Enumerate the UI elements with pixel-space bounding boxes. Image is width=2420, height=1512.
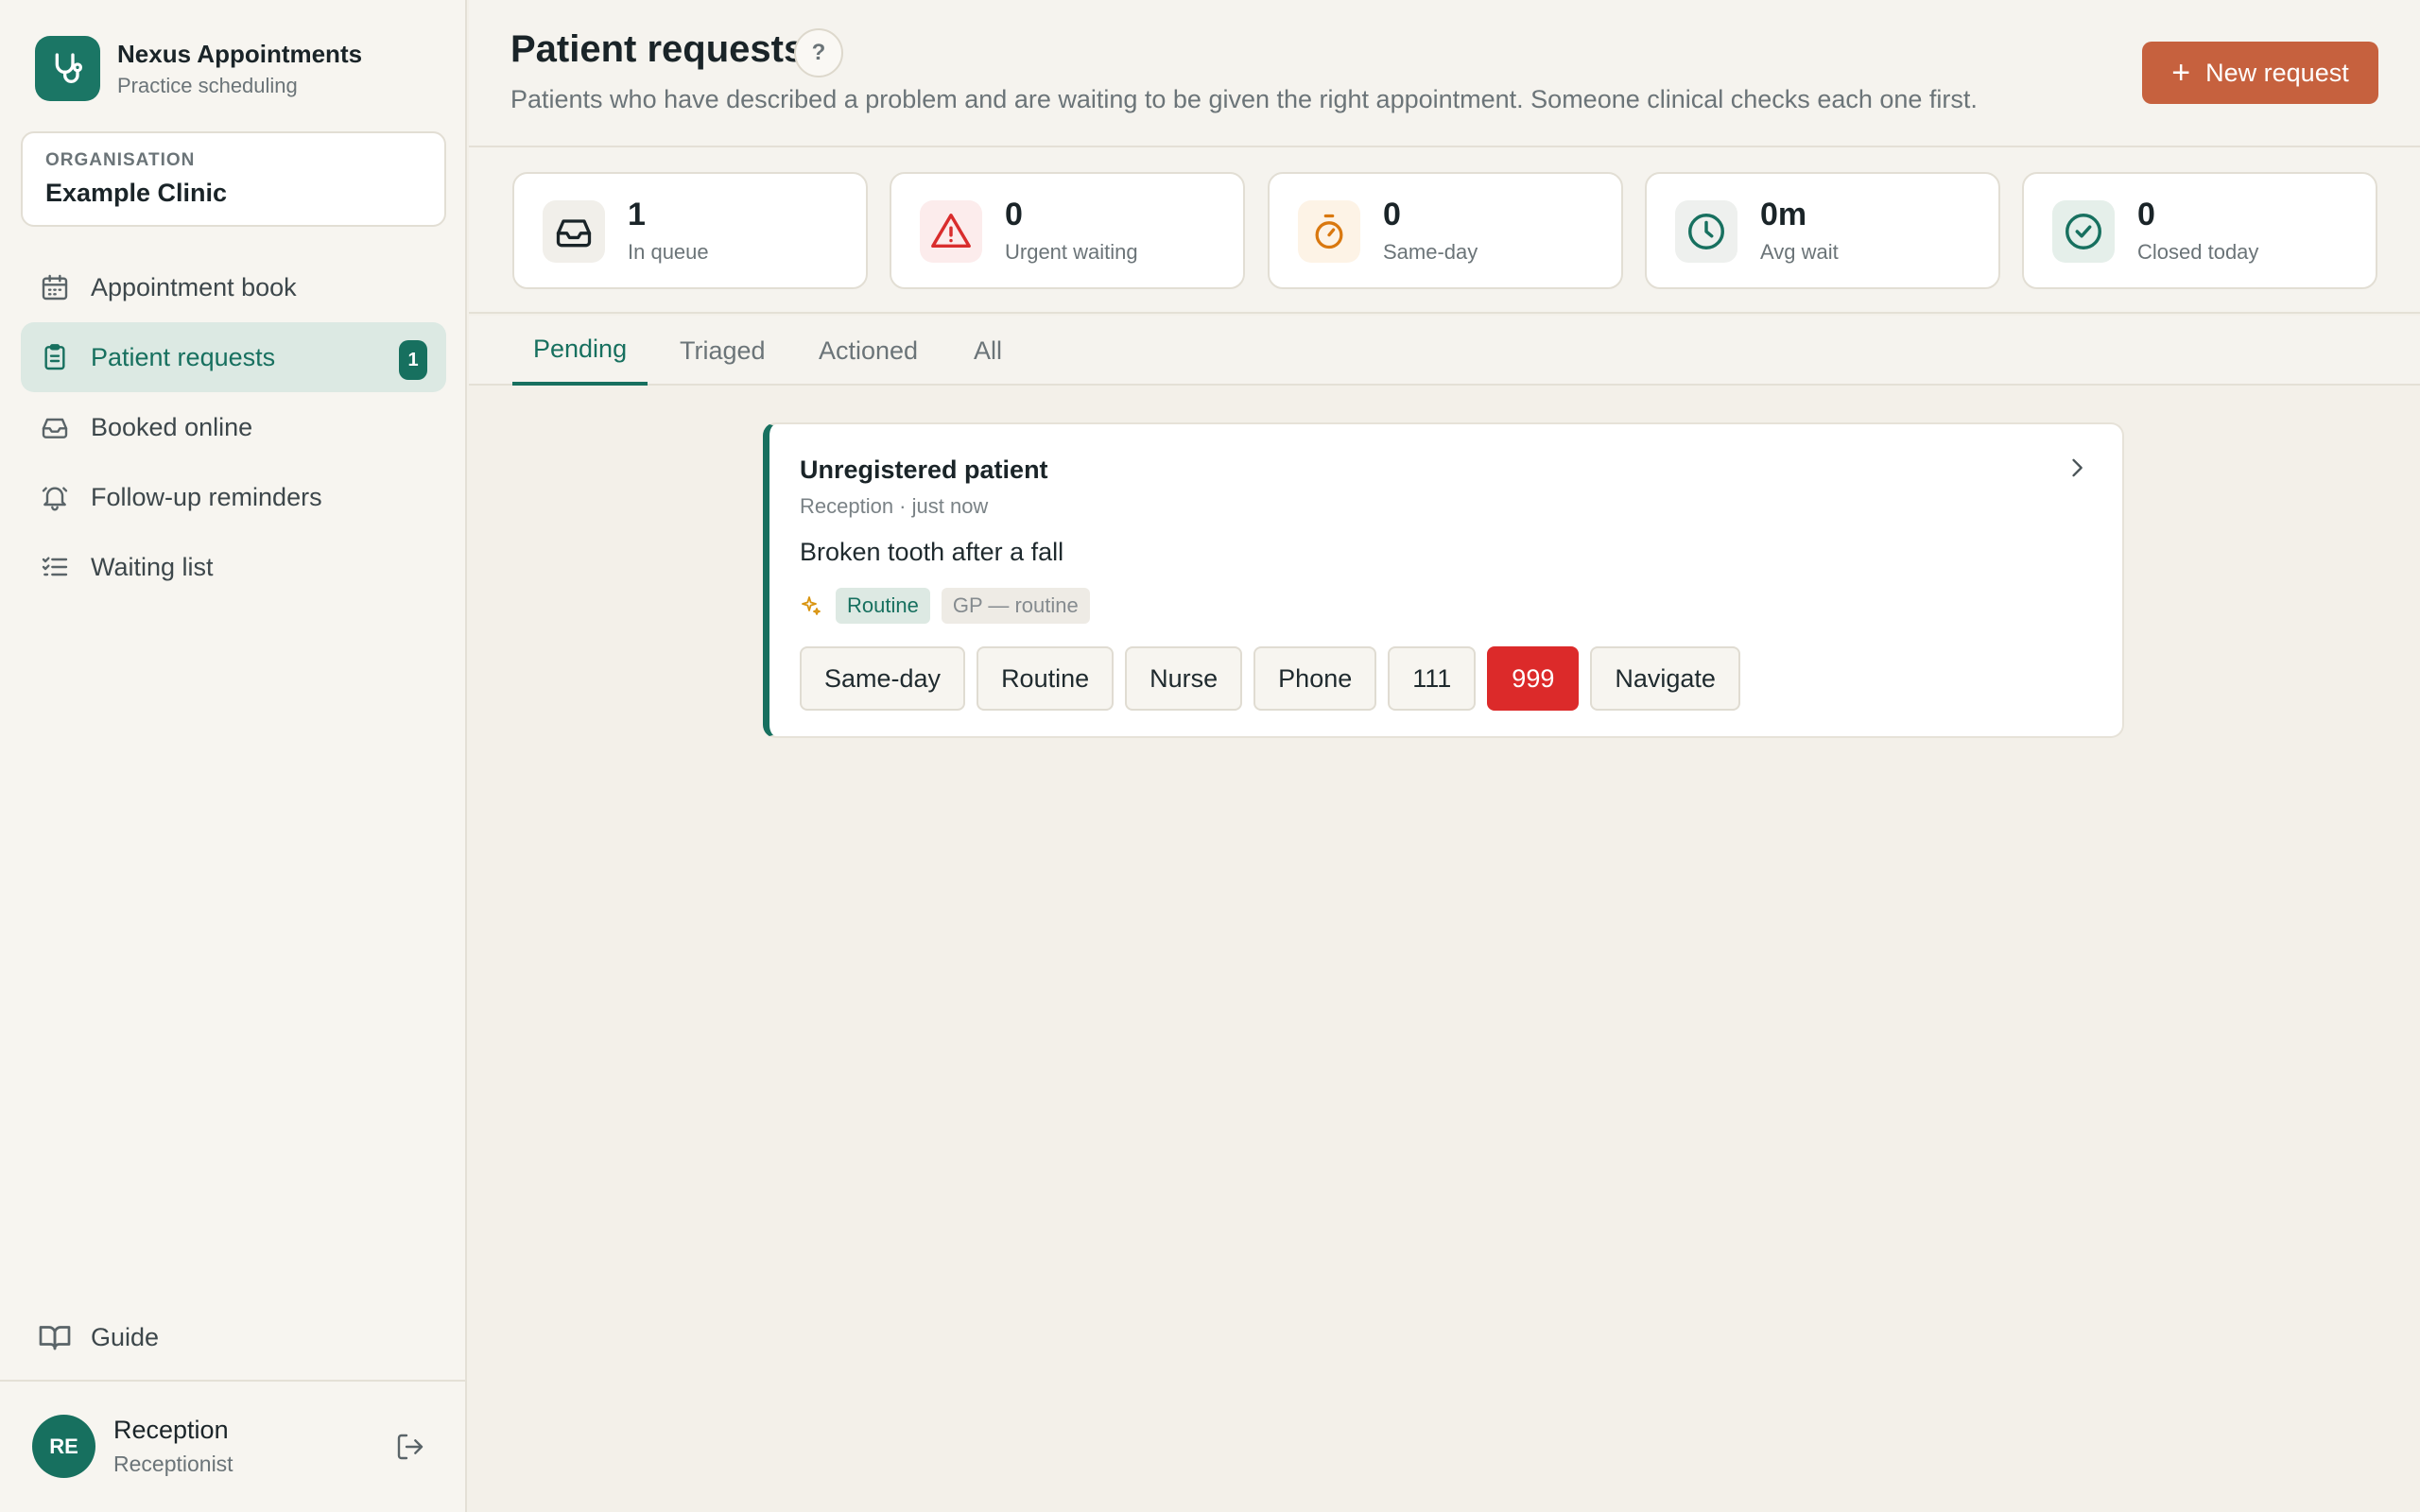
page-title: Patient requests: [510, 28, 805, 70]
stat-card-in-queue: 1 In queue: [512, 172, 868, 289]
count-badge: 1: [399, 340, 427, 380]
user-name: Reception: [113, 1416, 229, 1444]
sidebar-item-label: Waiting list: [91, 552, 214, 581]
stats-bar: 1 In queue 0 Urgent waiting 0 Same-day 0…: [469, 147, 2420, 314]
emergency-999-button[interactable]: 999: [1487, 646, 1580, 711]
page-header: Patient requests ? Patients who have des…: [469, 0, 2420, 147]
sidebar-item-guide[interactable]: Guide: [38, 1320, 159, 1354]
tab-pending[interactable]: Pending: [512, 316, 648, 386]
tab-actioned[interactable]: Actioned: [798, 316, 939, 386]
stat-label: Same-day: [1383, 240, 1478, 264]
clock-icon: [1675, 200, 1737, 263]
organisation-label: ORGANISATION: [45, 150, 196, 170]
routine-button[interactable]: Routine: [977, 646, 1115, 711]
new-request-button[interactable]: + New request: [2142, 42, 2378, 104]
list-check-icon: [38, 550, 72, 584]
request-actions: Same-day Routine Nurse Phone 111 999 Nav…: [800, 646, 1752, 711]
brand: Nexus Appointments Practice scheduling: [35, 36, 362, 101]
same-day-button[interactable]: Same-day: [800, 646, 966, 711]
sidebar-item-label: Appointment book: [91, 272, 297, 301]
sidebar-item-appointment-book[interactable]: Appointment book: [21, 252, 446, 322]
sparkle-icon: [800, 594, 822, 617]
sidebar-item-patient-requests[interactable]: Patient requests 1: [21, 322, 446, 392]
check-circle-icon: [2052, 200, 2115, 263]
plus-icon: +: [2171, 55, 2191, 91]
new-request-label: New request: [2205, 58, 2349, 87]
chevron-right-icon[interactable]: [2064, 455, 2090, 481]
clipboard-icon: [38, 340, 72, 374]
organisation-name: Example Clinic: [45, 179, 228, 207]
help-button[interactable]: ?: [794, 28, 843, 77]
phone-button[interactable]: Phone: [1253, 646, 1377, 711]
tab-triaged[interactable]: Triaged: [659, 316, 786, 386]
inbox-icon: [543, 200, 605, 263]
sidebar-item-label: Follow-up reminders: [91, 482, 322, 511]
sidebar-item-label: Patient requests: [91, 342, 276, 371]
avatar: RE: [32, 1415, 95, 1478]
status-tabs: Pending Triaged Actioned All: [469, 316, 2420, 386]
stat-label: Urgent waiting: [1005, 240, 1138, 264]
stat-card-same-day: 0 Same-day: [1268, 172, 1623, 289]
navigate-button[interactable]: Navigate: [1590, 646, 1740, 711]
inbox-icon: [38, 410, 72, 444]
suggested-priority-badge: Routine: [836, 588, 930, 624]
page-description: Patients who have described a problem an…: [510, 85, 1978, 113]
stopwatch-icon: [1298, 200, 1360, 263]
request-tags: Routine GP — routine: [800, 588, 1090, 624]
sidebar: Nexus Appointments Practice scheduling O…: [0, 0, 467, 1512]
request-description: Broken tooth after a fall: [800, 538, 1064, 566]
book-icon: [38, 1320, 72, 1354]
stat-value: 1: [628, 197, 646, 232]
stat-value: 0: [1005, 197, 1023, 232]
stat-value: 0: [1383, 197, 1401, 232]
user-profile: RE Reception Receptionist: [0, 1380, 467, 1512]
sidebar-item-follow-up-reminders[interactable]: Follow-up reminders: [21, 462, 446, 532]
logout-icon[interactable]: [395, 1432, 425, 1462]
sidebar-item-waiting-list[interactable]: Waiting list: [21, 532, 446, 602]
stethoscope-icon: [35, 36, 100, 101]
warning-icon: [920, 200, 982, 263]
calendar-icon: [38, 270, 72, 304]
stat-value: 0m: [1760, 197, 1807, 232]
stat-value: 0: [2137, 197, 2155, 232]
guide-label: Guide: [91, 1322, 160, 1351]
suggested-route-badge: GP — routine: [941, 588, 1090, 624]
stat-card-avg-wait: 0m Avg wait: [1645, 172, 2000, 289]
request-card[interactable]: Unregistered patient Reception · just no…: [763, 422, 2124, 738]
stat-card-closed-today: 0 Closed today: [2022, 172, 2377, 289]
stat-card-urgent-waiting: 0 Urgent waiting: [890, 172, 1245, 289]
sidebar-nav: Appointment book Patient requests 1 Book…: [21, 252, 446, 602]
app-name: Nexus Appointments: [117, 39, 363, 68]
app-subtitle: Practice scheduling: [117, 73, 298, 97]
patient-name: Unregistered patient: [800, 455, 1048, 484]
stat-label: Avg wait: [1760, 240, 1839, 264]
organisation-selector[interactable]: ORGANISATION Example Clinic: [21, 131, 446, 227]
bell-icon: [38, 480, 72, 514]
stat-label: Closed today: [2137, 240, 2259, 264]
stat-label: In queue: [628, 240, 709, 264]
nurse-button[interactable]: Nurse: [1125, 646, 1243, 711]
tab-all[interactable]: All: [953, 316, 1023, 386]
sidebar-item-booked-online[interactable]: Booked online: [21, 392, 446, 462]
user-role: Receptionist: [113, 1452, 233, 1476]
sidebar-item-label: Booked online: [91, 412, 253, 441]
request-meta: Reception · just now: [800, 494, 989, 518]
nhs-111-button[interactable]: 111: [1388, 646, 1477, 711]
